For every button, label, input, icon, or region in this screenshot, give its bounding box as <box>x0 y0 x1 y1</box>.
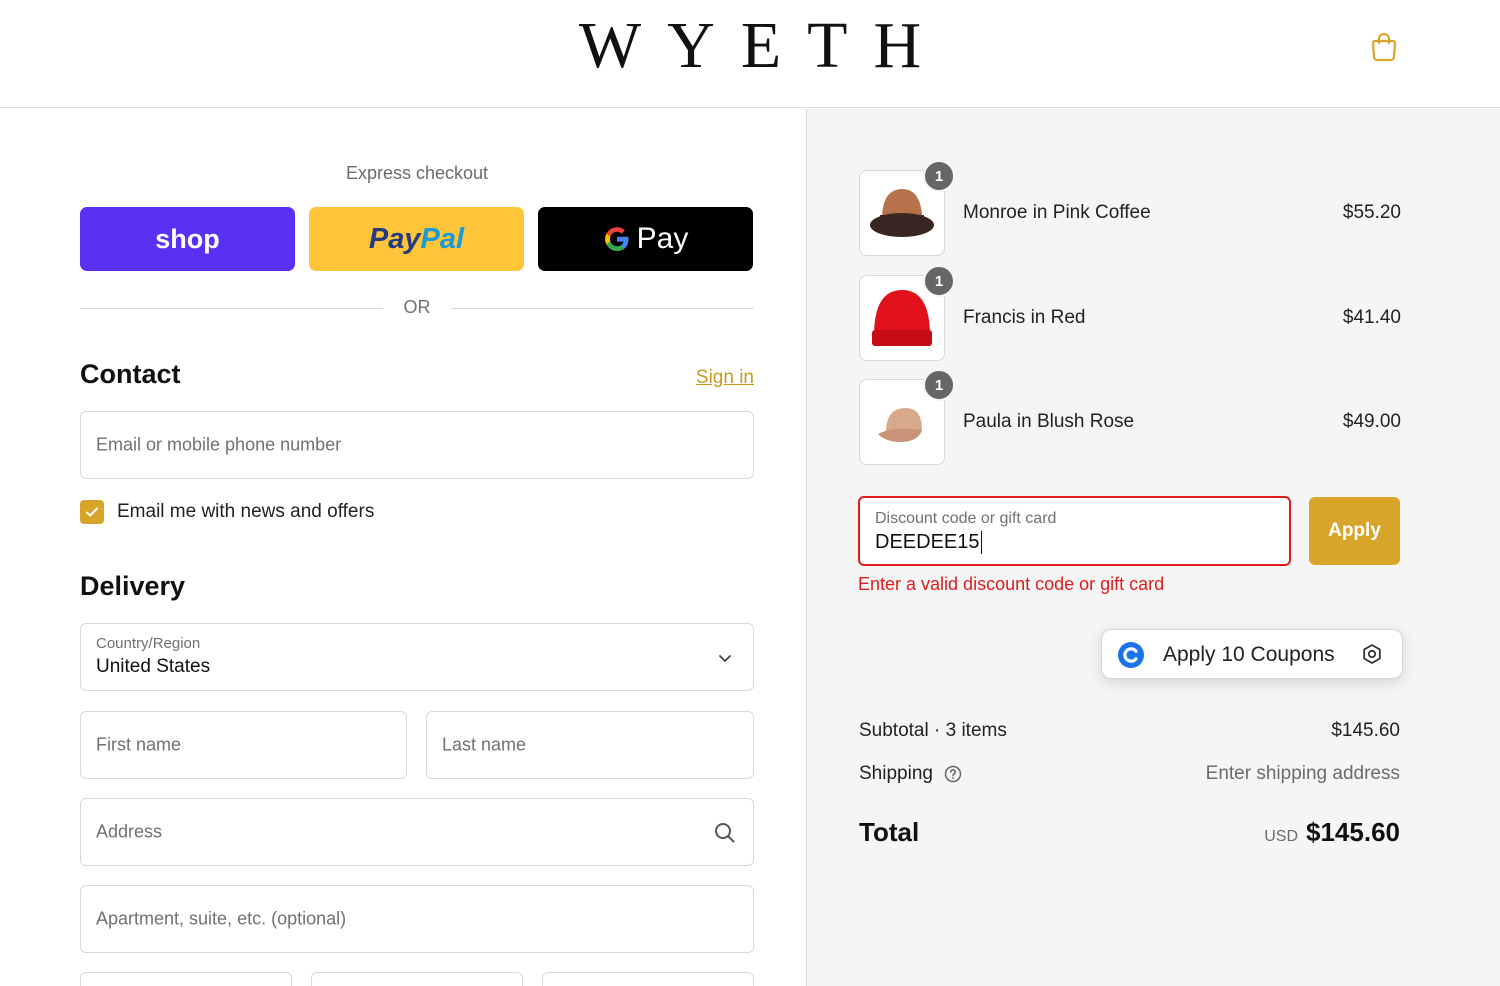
email-field[interactable]: Email or mobile phone number <box>80 411 754 479</box>
checkout-form: Express checkout shop Pay Pal Pay OR Cont… <box>0 109 806 986</box>
quantity-badge: 1 <box>923 160 955 192</box>
discount-error-message: Enter a valid discount code or gift card <box>858 574 1165 594</box>
first-name-placeholder: First name <box>96 734 182 755</box>
address-field[interactable]: Address <box>80 798 754 866</box>
site-header: WYETH <box>0 0 1500 108</box>
apply-coupons-label: Apply 10 Coupons <box>1163 643 1335 666</box>
newsletter-checkbox[interactable] <box>80 500 104 524</box>
first-name-field[interactable]: First name <box>80 711 407 779</box>
paypal-button[interactable]: Pay Pal <box>309 207 524 271</box>
subtotal-value: $145.60 <box>1331 720 1400 741</box>
contact-heading: Contact <box>80 359 181 389</box>
newsletter-label: Email me with news and offers <box>117 501 375 522</box>
state-field[interactable] <box>311 972 523 986</box>
country-value: United States <box>96 656 211 677</box>
chevron-down-icon <box>719 655 731 662</box>
total-value-group: USD $145.60 <box>1264 817 1400 848</box>
checkmark-icon <box>86 507 98 517</box>
shipping-label: Shipping <box>859 763 933 784</box>
item-name: Monroe in Pink Coffee <box>963 202 1151 223</box>
paypal-label-pay: Pay <box>368 222 421 255</box>
apartment-placeholder: Apartment, suite, etc. (optional) <box>96 908 347 929</box>
apartment-field[interactable]: Apartment, suite, etc. (optional) <box>80 885 754 953</box>
item-price: $49.00 <box>1342 411 1401 432</box>
apply-coupons-button[interactable]: Apply 10 Coupons <box>1101 629 1403 679</box>
total-label: Total <box>859 817 920 847</box>
total-amount: $145.60 <box>1306 817 1400 847</box>
line-item: 1 Monroe in Pink Coffee $55.20 <box>859 160 1401 256</box>
shipping-value: Enter shipping address <box>1205 763 1400 784</box>
paypal-label-pal: Pal <box>420 222 465 255</box>
shopping-bag-icon[interactable] <box>1366 28 1402 64</box>
settings-icon[interactable] <box>1361 643 1383 665</box>
address-placeholder: Address <box>96 821 163 842</box>
email-placeholder: Email or mobile phone number <box>96 434 342 455</box>
express-checkout-label: Express checkout <box>345 163 489 183</box>
quantity-badge: 1 <box>923 265 955 297</box>
city-field[interactable] <box>80 972 292 986</box>
item-price: $55.20 <box>1342 202 1401 223</box>
delivery-heading: Delivery <box>80 571 186 601</box>
subtotal-label: Subtotal · 3 items <box>859 720 1007 741</box>
item-name: Francis in Red <box>963 307 1086 328</box>
last-name-placeholder: Last name <box>442 734 527 755</box>
or-divider: OR <box>80 297 754 319</box>
discount-code-field[interactable]: Discount code or gift card DEEDEE15 <box>858 496 1291 566</box>
country-label: Country/Region <box>96 635 201 652</box>
country-select[interactable]: Country/Region United States <box>80 623 754 691</box>
item-name: Paula in Blush Rose <box>963 411 1135 432</box>
help-circle-icon[interactable] <box>944 765 962 783</box>
google-g-icon <box>604 227 629 251</box>
discount-value: DEEDEE15 <box>875 531 982 554</box>
total-currency: USD <box>1264 828 1299 845</box>
sign-in-link[interactable]: Sign in <box>696 367 754 389</box>
discount-label: Discount code or gift card <box>875 510 1057 527</box>
google-pay-button[interactable]: Pay <box>538 207 753 271</box>
newsletter-checkbox-row[interactable]: Email me with news and offers <box>80 499 374 525</box>
line-item: 1 Paula in Blush Rose $49.00 <box>859 369 1401 465</box>
zip-field[interactable] <box>542 972 754 986</box>
google-pay-label: Pay <box>636 222 689 255</box>
order-summary: 1 Monroe in Pink Coffee $55.20 1 Francis… <box>806 109 1500 986</box>
last-name-field[interactable]: Last name <box>426 711 754 779</box>
search-icon <box>715 823 735 843</box>
shop-pay-button[interactable]: shop <box>80 207 295 271</box>
shipping-label-row: Shipping <box>859 763 962 785</box>
shop-pay-label: shop <box>155 223 220 254</box>
coupon-extension-logo-icon <box>1118 642 1144 668</box>
line-item: 1 Francis in Red $41.40 <box>859 265 1401 361</box>
item-price: $41.40 <box>1342 307 1401 328</box>
brand-logo[interactable]: WYETH <box>0 8 1500 84</box>
quantity-badge: 1 <box>923 369 955 401</box>
apply-discount-button[interactable]: Apply <box>1309 497 1400 565</box>
